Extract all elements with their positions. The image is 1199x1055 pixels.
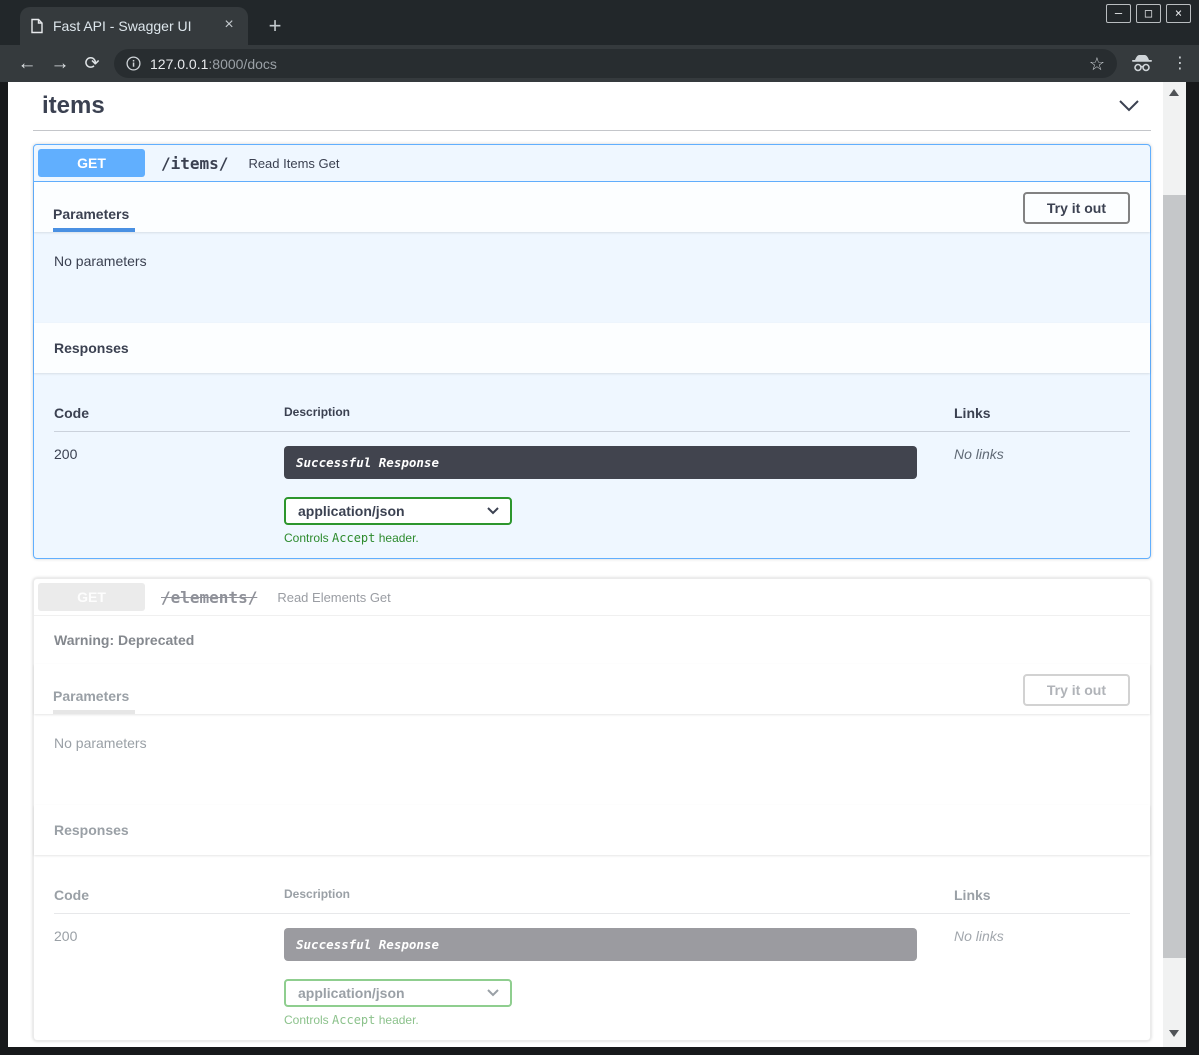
section-title: items: [42, 92, 105, 120]
browser-titlebar: Fast API - Swagger UI × + — □ ×: [0, 0, 1199, 45]
endpoint-summary-elements[interactable]: GET /elements/ Read Elements Get: [34, 579, 1150, 616]
responses-table: Code Description Links 200 Successful Re…: [34, 855, 1150, 1040]
url-host: 127.0.0.1: [150, 56, 208, 72]
status-code: 200: [54, 446, 284, 545]
try-it-out-button[interactable]: Try it out: [1023, 674, 1130, 706]
parameters-body: No parameters: [34, 232, 1150, 323]
site-info-icon[interactable]: [126, 56, 141, 71]
scroll-down-icon[interactable]: [1169, 1030, 1179, 1037]
accept-header-note: Controls Accept header.: [284, 1013, 954, 1027]
response-description-block: Successful Response: [284, 928, 917, 961]
parameters-header: Parameters Try it out: [34, 182, 1150, 232]
no-parameters-text: No parameters: [54, 253, 147, 269]
col-description: Description: [284, 405, 954, 421]
endpoint-summary-items[interactable]: GET /items/ Read Items Get: [34, 145, 1150, 182]
method-badge: GET: [38, 149, 145, 177]
responses-title: Responses: [54, 340, 129, 356]
col-description: Description: [284, 887, 954, 903]
parameters-header: Parameters Try it out: [34, 664, 1150, 714]
page-scrollbar[interactable]: [1163, 82, 1186, 1047]
responses-table: Code Description Links 200 Successful Re…: [34, 373, 1150, 558]
try-it-out-button[interactable]: Try it out: [1023, 192, 1130, 224]
select-chevron-icon: [486, 988, 500, 998]
page-content: items GET /items/ Read Items Get Paramet…: [8, 82, 1163, 1047]
responses-title: Responses: [54, 822, 129, 838]
response-row: 200 Successful Response application/json…: [54, 914, 1130, 1027]
address-bar[interactable]: 127.0.0.1:8000/docs ☆: [114, 49, 1117, 78]
scroll-up-icon[interactable]: [1169, 89, 1179, 96]
response-description-block: Successful Response: [284, 446, 917, 479]
browser-tab[interactable]: Fast API - Swagger UI ×: [20, 7, 248, 45]
tab-title: Fast API - Swagger UI: [53, 18, 220, 34]
deprecation-warning: Warning: Deprecated: [34, 616, 1150, 664]
close-button[interactable]: ×: [1166, 4, 1191, 23]
endpoint-path: /items/: [161, 154, 228, 173]
incognito-icon: [1130, 53, 1154, 73]
endpoint-path: /elements/: [161, 588, 257, 607]
response-description: Successful Response: [296, 937, 439, 952]
col-links: Links: [954, 887, 1130, 903]
parameters-title: Parameters: [53, 688, 129, 704]
browser-menu-icon[interactable]: ⋮: [1168, 51, 1192, 75]
responses-header: Responses: [34, 805, 1150, 855]
status-code: 200: [54, 928, 284, 1027]
items-section-header[interactable]: items: [33, 86, 1151, 131]
endpoint-description: Read Elements Get: [277, 590, 390, 605]
browser-toolbar: ← → ⟳ 127.0.0.1:8000/docs ☆ ⋮: [0, 45, 1199, 82]
accept-header-note: Controls Accept header.: [284, 531, 954, 545]
media-type-value: application/json: [298, 503, 405, 519]
links-value: No links: [954, 928, 1130, 1027]
opblock-get-items: GET /items/ Read Items Get Parameters Tr…: [33, 144, 1151, 559]
col-code: Code: [54, 405, 284, 421]
media-type-select[interactable]: application/json: [284, 979, 512, 1007]
page-favicon-icon: [30, 18, 44, 34]
select-chevron-icon: [486, 506, 500, 516]
maximize-button[interactable]: □: [1136, 4, 1161, 23]
endpoint-description: Read Items Get: [248, 156, 339, 171]
forward-icon[interactable]: →: [45, 45, 75, 82]
no-parameters-text: No parameters: [54, 735, 147, 751]
parameters-body: No parameters: [34, 714, 1150, 805]
media-type-select[interactable]: application/json: [284, 497, 512, 525]
back-icon[interactable]: ←: [12, 45, 42, 82]
media-type-value: application/json: [298, 985, 405, 1001]
response-description: Successful Response: [296, 455, 439, 470]
parameters-tab[interactable]: Parameters: [53, 688, 135, 714]
links-value: No links: [954, 446, 1130, 545]
url-path: :8000/docs: [208, 56, 277, 72]
responses-header: Responses: [34, 323, 1150, 373]
url-text[interactable]: 127.0.0.1:8000/docs: [150, 56, 1089, 72]
bookmark-star-icon[interactable]: ☆: [1089, 55, 1105, 73]
opblock-get-elements: GET /elements/ Read Elements Get Warning…: [33, 578, 1151, 1041]
parameters-tab[interactable]: Parameters: [53, 206, 135, 232]
new-tab-button[interactable]: +: [262, 13, 288, 39]
minimize-button[interactable]: —: [1106, 4, 1131, 23]
reload-icon[interactable]: ⟳: [77, 45, 107, 82]
response-row: 200 Successful Response application/json…: [54, 432, 1130, 545]
parameters-title: Parameters: [53, 206, 129, 222]
responses-table-head: Code Description Links: [54, 875, 1130, 914]
responses-table-head: Code Description Links: [54, 393, 1130, 432]
scrollbar-thumb[interactable]: [1163, 195, 1186, 958]
col-code: Code: [54, 887, 284, 903]
window-controls: — □ ×: [1106, 4, 1191, 23]
method-badge: GET: [38, 583, 145, 611]
col-links: Links: [954, 405, 1130, 421]
chevron-down-icon[interactable]: [1117, 97, 1141, 115]
tab-close-icon[interactable]: ×: [220, 17, 238, 35]
